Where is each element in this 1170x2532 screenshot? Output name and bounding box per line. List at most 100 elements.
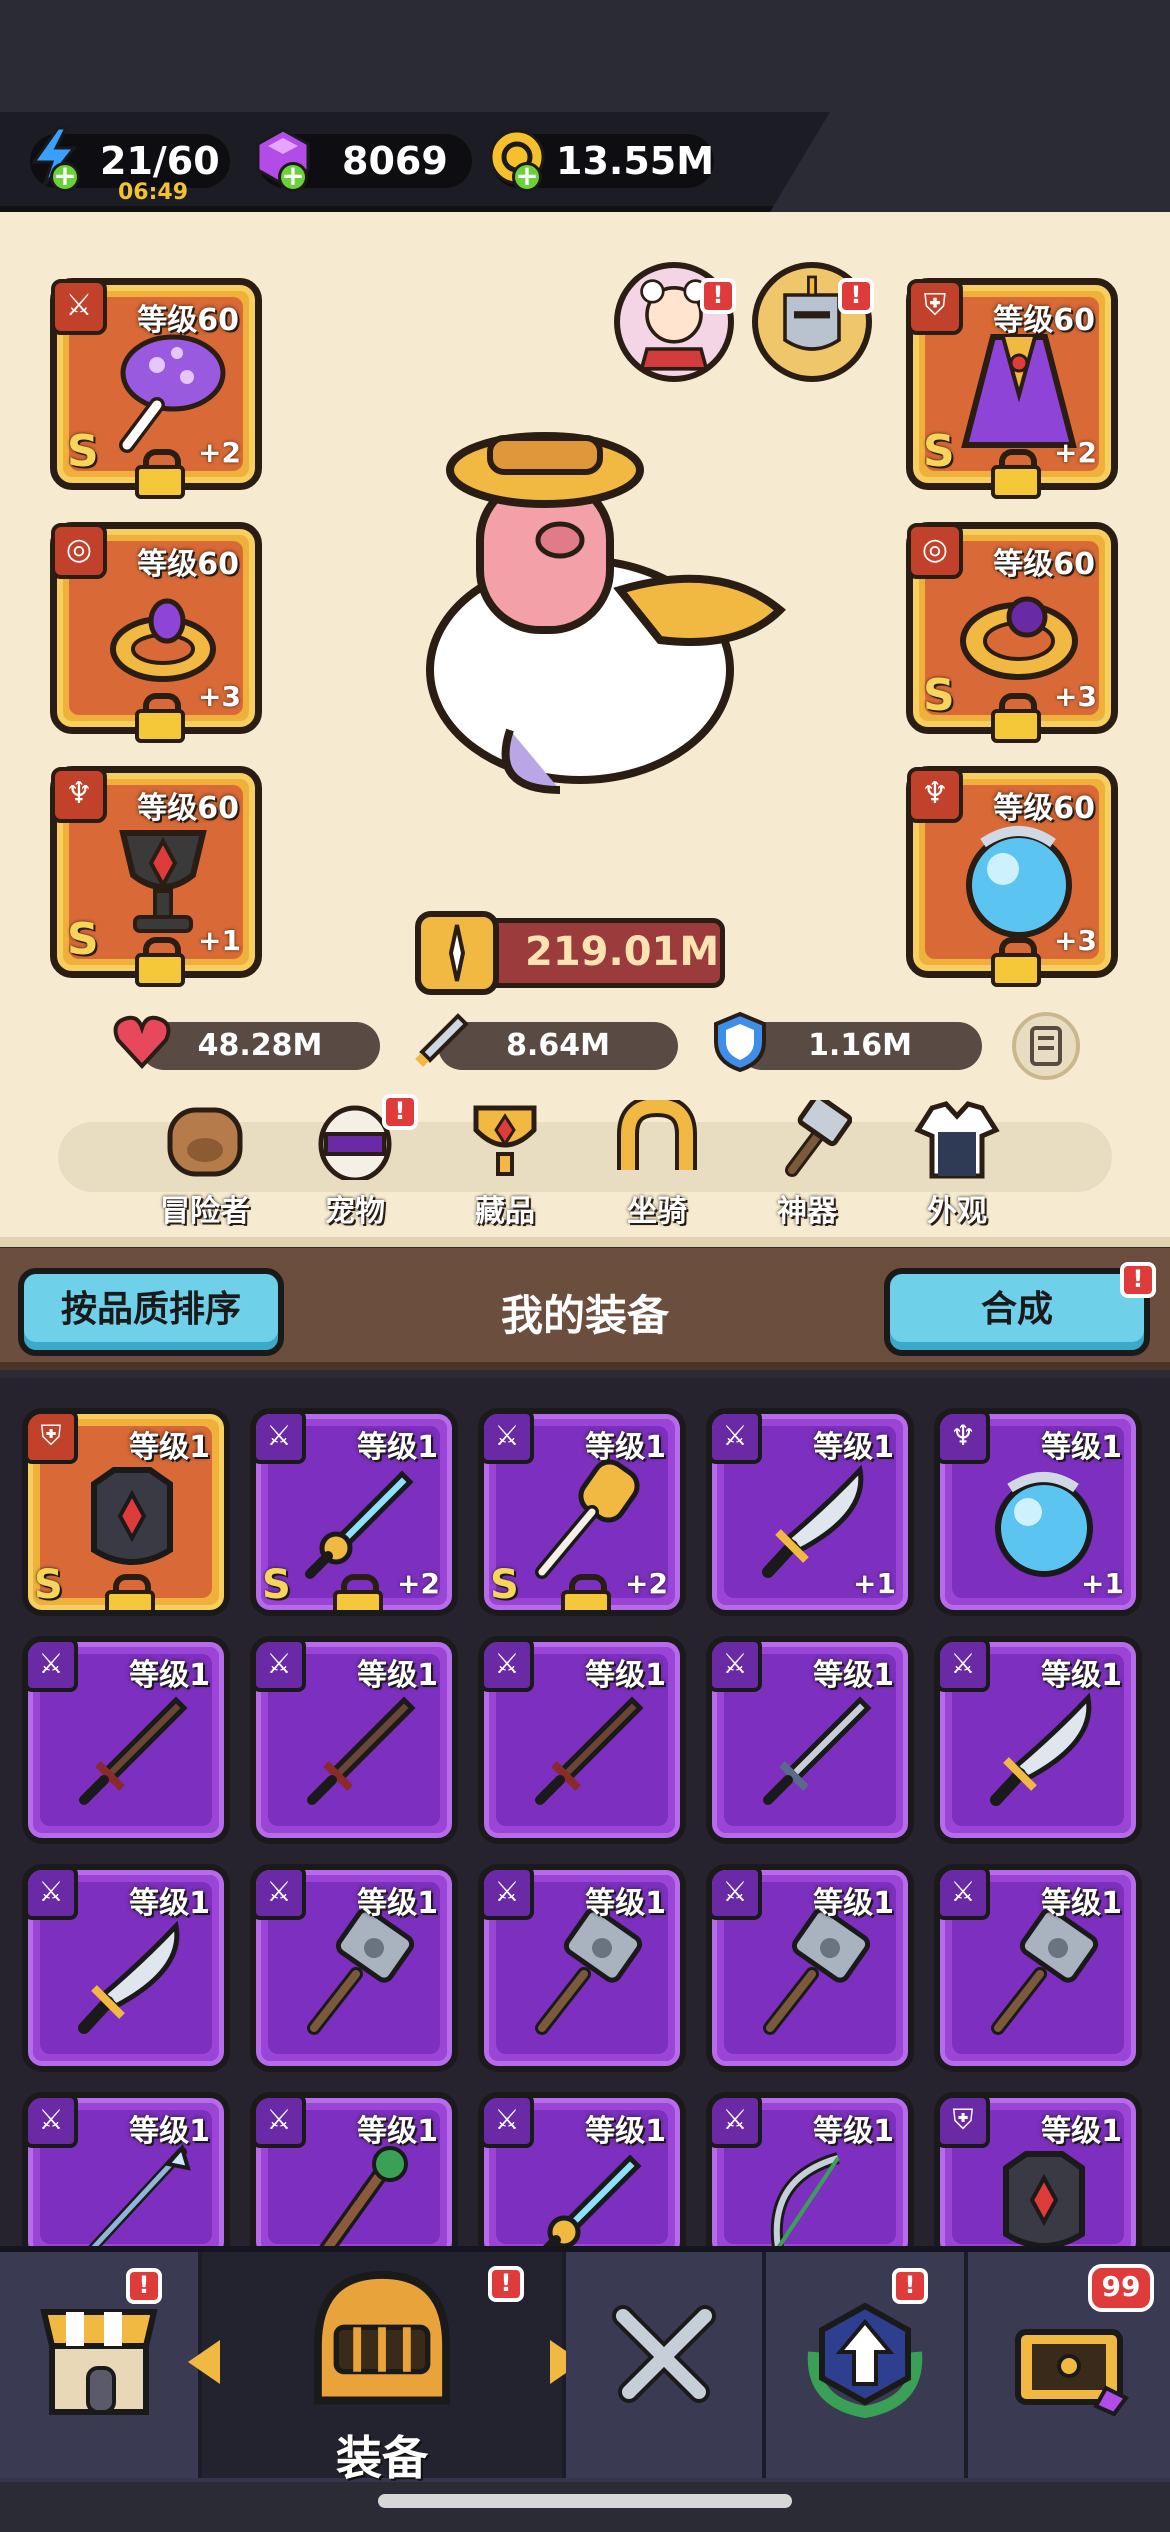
item-type-icon: ⚔ (940, 1642, 990, 1692)
rank-label: S (34, 1562, 63, 1608)
nav-artifact[interactable]: 神器 (742, 1100, 872, 1230)
item-level: 等级1 (357, 1430, 438, 1465)
crossed-swords-icon (612, 2305, 716, 2403)
inventory-card[interactable]: ♆ 等级1 +1 (934, 1408, 1142, 1616)
inventory-title: 我的装备 (500, 1291, 669, 1340)
gem-value: 8069 (342, 139, 448, 183)
nav-collection[interactable]: 藏品 (440, 1100, 570, 1230)
alert-badge: ! (488, 2266, 524, 2302)
inventory-card[interactable]: ⚔ 等级1 S +2 (250, 1408, 458, 1616)
rank-label: S (923, 426, 955, 477)
equip-slot-amulet[interactable]: ♆ 等级60 S +1 (50, 766, 262, 987)
item-type-icon: ⚔ (28, 2098, 78, 2148)
inventory-card[interactable]: ⛨ 等级1 S (22, 1408, 230, 1616)
nav-adventurer[interactable]: 冒险者 (140, 1100, 270, 1230)
inventory-card[interactable]: ⚔ 等级1 (934, 1636, 1142, 1844)
lock-icon (135, 937, 185, 987)
inventory-card[interactable]: ⚔ 等级1 S +2 (478, 1408, 686, 1616)
inventory-card[interactable]: ⚔ 等级1 (250, 2092, 458, 2262)
tab-equipment-label: 装备 (336, 2431, 428, 2485)
companion-portrait-2[interactable]: ! (752, 262, 874, 382)
item-type-icon: ⚔ (256, 1870, 306, 1920)
item-level: 等级1 (585, 2114, 666, 2149)
lock-icon (135, 693, 185, 743)
capybara-icon (167, 1107, 243, 1177)
alert-badge: ! (126, 2268, 162, 2304)
inventory-card[interactable]: ⚔ 等级1 (934, 1864, 1142, 2072)
add-energy-icon[interactable]: + (50, 162, 80, 192)
nav-appearance[interactable]: 外观 (892, 1100, 1022, 1230)
add-gem-icon[interactable]: + (278, 162, 308, 192)
gem-counter[interactable]: + 8069 (256, 128, 472, 192)
inventory-card[interactable]: ⚔ 等级1 (22, 2092, 230, 2262)
item-type-icon: ⚔ (712, 1414, 762, 1464)
ice-sword-icon (533, 2154, 642, 2256)
merge-button[interactable]: 合成 ! (884, 1262, 1156, 1356)
tab-battle[interactable] (566, 2252, 766, 2478)
home-indicator[interactable] (378, 2494, 792, 2508)
companion-portrait-1[interactable]: ! (614, 262, 736, 382)
inventory-card[interactable]: ⛨ 等级1 (934, 2092, 1142, 2262)
wood-sword-icon (535, 1696, 644, 1805)
heart-icon (113, 1015, 171, 1069)
alert-badge: ! (700, 278, 736, 314)
inventory-card[interactable]: ⚔ 等级1 (706, 2092, 914, 2262)
lock-icon (105, 1574, 155, 1610)
inventory-card[interactable]: ⚔ 等级1 (22, 1636, 230, 1844)
item-level: 等级1 (357, 2114, 438, 2149)
inventory-card[interactable]: ⚔ 等级1 (250, 1864, 458, 2072)
enhance-label: +3 (198, 680, 241, 713)
item-level: 等级1 (129, 2114, 210, 2149)
lock-icon (333, 1574, 383, 1610)
item-level: 等级1 (813, 1886, 894, 1921)
tab-equipment[interactable]: ! 装备 (202, 2252, 566, 2485)
enhance-label: +1 (198, 924, 241, 957)
nav-mount[interactable]: 坐骑 (592, 1100, 722, 1230)
inventory-card[interactable]: ⚔ 等级1 (478, 1864, 686, 2072)
inventory-card[interactable]: ⚔ 等级1 (478, 1636, 686, 1844)
item-level: 等级60 (137, 791, 239, 826)
tab-shop[interactable]: ! (0, 2252, 202, 2478)
rank-label: S (67, 426, 99, 477)
item-type-icon: ⚔ (256, 2098, 306, 2148)
sort-by-quality-button[interactable]: 按品质排序 (18, 1268, 284, 1356)
equip-slot-ring[interactable]: ◎ 等级60 +3 (50, 522, 262, 743)
coin-counter[interactable]: + 13.55M (489, 129, 714, 192)
equip-slot-amulet-2[interactable]: ♆ 等级60 +3 (906, 766, 1118, 987)
inventory-card[interactable]: ⚔ 等级1 (22, 1864, 230, 2072)
enhance-label: +2 (198, 436, 241, 469)
wood-sword-icon (79, 1696, 188, 1805)
inventory-card[interactable]: ⚔ 等级1 (250, 1636, 458, 1844)
item-type-icon: ⛨ (940, 2098, 990, 2148)
armor-icon (1003, 2151, 1085, 2249)
trophy-icon (473, 1105, 537, 1176)
inventory-card[interactable]: ⚔ 等级1 (478, 2092, 686, 2262)
stats-detail-button[interactable] (1012, 1012, 1080, 1080)
outfit-icon (914, 1101, 1000, 1179)
item-level: 等级1 (1041, 1658, 1122, 1693)
add-coin-icon[interactable]: + (512, 162, 542, 192)
rank-label: S (67, 914, 99, 965)
item-level: 等级60 (137, 303, 239, 338)
nav-pet[interactable]: ! 宠物 (290, 1094, 420, 1230)
hammer-icon (785, 1100, 852, 1177)
alert-badge: ! (1120, 1262, 1156, 1298)
enhance-label: +3 (1054, 680, 1097, 713)
item-type-icon: ⛨ (28, 1414, 78, 1464)
item-type-icon: ⚔ (256, 1642, 306, 1692)
tab-prev-arrow-icon[interactable] (188, 2340, 220, 2384)
inventory-card[interactable]: ⚔ 等级1 +1 (706, 1408, 914, 1616)
defense-stat: 1.16M (714, 1011, 982, 1073)
equip-slot-armor[interactable]: ⛨ 等级60 S +2 (906, 278, 1118, 499)
lock-icon (561, 1574, 611, 1610)
inventory-card[interactable]: ⚔ 等级1 (706, 1636, 914, 1844)
inventory-card[interactable]: ⚔ 等级1 (706, 1864, 914, 2072)
equip-slot-ring-2[interactable]: ◎ 等级60 S +3 (906, 522, 1118, 743)
hammer-icon (307, 1910, 415, 2035)
tab-upgrade[interactable]: ! (766, 2252, 968, 2478)
rank-label: S (262, 1562, 291, 1608)
equip-slot-weapon[interactable]: ⚔ 等级60 S +2 (50, 278, 262, 499)
blade-icon (78, 1920, 180, 2034)
item-level: 等级1 (585, 1886, 666, 1921)
power-value: 219.01M (525, 929, 720, 975)
